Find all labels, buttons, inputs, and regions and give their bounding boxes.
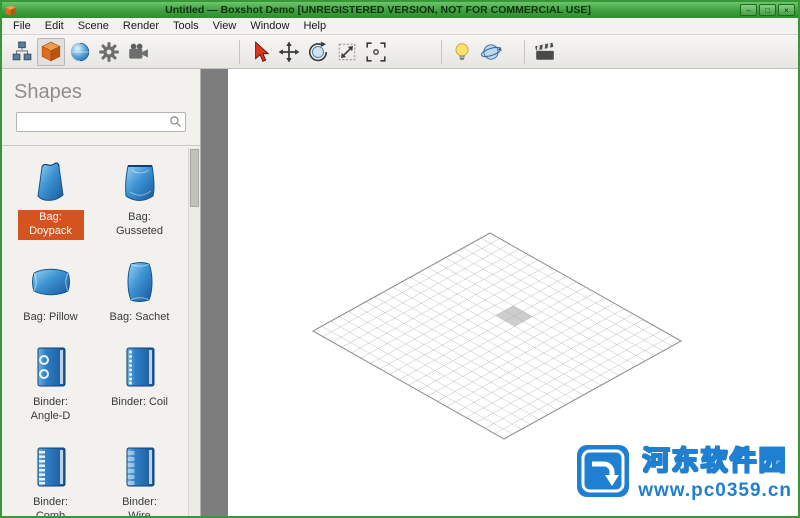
binder-coil-icon [118,343,162,391]
viewport-3d[interactable]: 河东软件园 www.pc0359.cn [201,69,798,516]
window-title: Untitled — Boxshot Demo [UNREGISTERED VE… [20,4,736,16]
fit-view-button[interactable] [362,38,390,66]
shape-item-binder-comb[interactable]: Binder: Comb [8,443,94,516]
shape-item-label: Bag: Gusseted [107,210,173,240]
animation-button[interactable] [531,38,559,66]
move-icon [278,41,300,63]
scene-tree-button[interactable] [8,38,36,66]
shape-item-bag-sachet[interactable]: Bag: Sachet [97,258,183,326]
menu-file[interactable]: File [6,19,38,33]
menu-render[interactable]: Render [116,19,166,33]
close-button[interactable]: × [778,4,795,16]
bag-sachet-icon [118,258,162,306]
watermark-site-url: www.pc0359.cn [638,480,792,502]
scrollbar-thumb[interactable] [190,149,199,207]
clapperboard-icon [534,41,556,63]
shape-item-label: Binder: Angle-D [18,395,84,425]
toolbar [2,35,798,69]
fit-view-icon [365,41,387,63]
menu-edit[interactable]: Edit [38,19,71,33]
select-arrow-icon [249,41,271,63]
bag-pillow-icon [29,258,73,306]
gear-icon [98,41,120,63]
rotate-tool-button[interactable] [304,38,332,66]
panel-title: Shapes [2,69,200,112]
scale-icon [336,41,358,63]
bag-doypack-icon [29,158,73,206]
watermark: 河东软件园 www.pc0359.cn [576,439,792,502]
shape-item-label: Binder: Coil [108,395,171,411]
menu-scene[interactable]: Scene [71,19,116,33]
watermark-site-name: 河东软件园 [643,439,788,478]
shape-item-bag-gusseted[interactable]: Bag: Gusseted [97,158,183,240]
app-icon [5,5,16,16]
materials-sphere-icon [69,41,91,63]
rotate-icon [307,41,329,63]
light-button[interactable] [448,38,476,66]
app-window: Untitled — Boxshot Demo [UNREGISTERED VE… [0,0,800,518]
shape-item-label: Bag: Sachet [107,310,173,326]
maximize-button[interactable]: □ [759,4,776,16]
window-controls: – □ × [740,4,795,16]
menu-tools[interactable]: Tools [166,19,206,33]
menu-view[interactable]: View [206,19,244,33]
binder-wire-icon [118,443,162,491]
move-tool-button[interactable] [275,38,303,66]
shapes-scrollbar[interactable] [188,148,200,516]
camera-icon [127,41,149,63]
shape-item-label: Binder: Comb [18,495,84,516]
shapes-panel: Shapes Bag: Doypack [2,69,201,516]
watermark-logo-icon [576,444,630,498]
binder-angle-d-icon [29,343,73,391]
shape-item-bag-pillow[interactable]: Bag: Pillow [8,258,94,326]
shape-item-binder-wire[interactable]: Binder: Wire [97,443,183,516]
shapes-button[interactable] [37,38,65,66]
shape-item-label: Bag: Doypack [18,210,84,240]
shape-item-binder-angle-d[interactable]: Binder: Angle-D [8,343,94,425]
shapes-list: Bag: Doypack Bag: Gusseted Bag: P [2,146,200,516]
minimize-button[interactable]: – [740,4,757,16]
shape-item-label: Bag: Pillow [20,310,80,326]
shapes-search-input[interactable] [16,112,186,132]
light-bulb-icon [451,41,473,63]
select-tool-button[interactable] [246,38,274,66]
scene-tree-icon [11,41,33,63]
camera-button[interactable] [124,38,152,66]
shapes-cube-icon [40,41,62,63]
scale-tool-button[interactable] [333,38,361,66]
shape-item-binder-coil[interactable]: Binder: Coil [97,343,183,425]
shape-item-bag-doypack[interactable]: Bag: Doypack [8,158,94,240]
titlebar[interactable]: Untitled — Boxshot Demo [UNREGISTERED VE… [2,2,798,18]
scene-canvas[interactable]: 河东软件园 www.pc0359.cn [228,69,798,516]
bag-gusseted-icon [118,158,162,206]
menu-help[interactable]: Help [296,19,333,33]
settings-button[interactable] [95,38,123,66]
binder-comb-icon [29,443,73,491]
environment-sphere-icon [480,41,502,63]
search-icon [169,115,182,133]
shape-item-label: Binder: Wire [107,495,173,516]
materials-button[interactable] [66,38,94,66]
menu-window[interactable]: Window [243,19,296,33]
menubar: File Edit Scene Render Tools View Window… [2,18,798,35]
environment-button[interactable] [477,38,505,66]
